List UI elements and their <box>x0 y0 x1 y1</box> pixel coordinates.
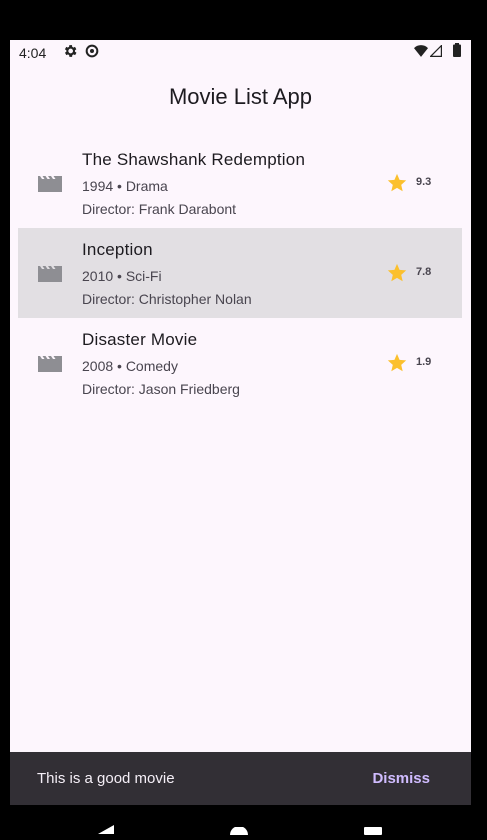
wifi-icon <box>414 44 428 60</box>
movie-title: Inception <box>82 240 153 259</box>
snackbar-dismiss-button[interactable]: Dismiss <box>372 770 430 787</box>
status-bar: 4:04 <box>10 40 471 66</box>
rating-value: 1.9 <box>416 356 432 368</box>
home-icon[interactable] <box>230 822 248 840</box>
star-icon <box>386 352 408 374</box>
data-saver-icon <box>84 43 100 62</box>
recents-icon[interactable] <box>364 822 382 840</box>
movie-list: The Shawshank Redemption 1994 • Drama Di… <box>18 138 462 408</box>
movie-list-item[interactable]: Disaster Movie 2008 • Comedy Director: J… <box>18 318 462 408</box>
movie-year-genre: 2010 • Sci-Fi <box>82 268 162 284</box>
status-time: 4:04 <box>19 45 47 61</box>
snackbar: This is a good movie Dismiss <box>10 752 471 805</box>
signal-icon <box>429 44 442 60</box>
movie-year-genre: 2008 • Comedy <box>82 358 178 374</box>
movie-clapper-icon <box>38 354 62 372</box>
star-icon <box>386 172 408 194</box>
star-icon <box>386 262 408 284</box>
system-nav-bar <box>0 805 487 835</box>
battery-icon <box>453 43 461 60</box>
back-icon[interactable] <box>98 821 114 839</box>
movie-title: The Shawshank Redemption <box>82 150 306 169</box>
movie-list-item-selected[interactable]: Inception 2010 • Sci-Fi Director: Christ… <box>18 228 462 318</box>
movie-director: Director: Christopher Nolan <box>82 291 252 307</box>
settings-gear-icon <box>62 43 78 62</box>
rating-value: 7.8 <box>416 266 432 278</box>
movie-director: Director: Jason Friedberg <box>82 381 240 397</box>
movie-list-item[interactable]: The Shawshank Redemption 1994 • Drama Di… <box>18 138 462 228</box>
movie-clapper-icon <box>38 264 62 282</box>
movie-title: Disaster Movie <box>82 330 198 349</box>
snackbar-message: This is a good movie <box>37 770 175 787</box>
app-screen: 4:04 Movie List App The Shawshank Redemp… <box>10 40 471 830</box>
movie-director: Director: Frank Darabont <box>82 201 237 217</box>
rating-value: 9.3 <box>416 176 432 188</box>
app-title: Movie List App <box>168 84 313 109</box>
movie-year-genre: 1994 • Drama <box>82 178 168 194</box>
movie-clapper-icon <box>38 174 62 192</box>
